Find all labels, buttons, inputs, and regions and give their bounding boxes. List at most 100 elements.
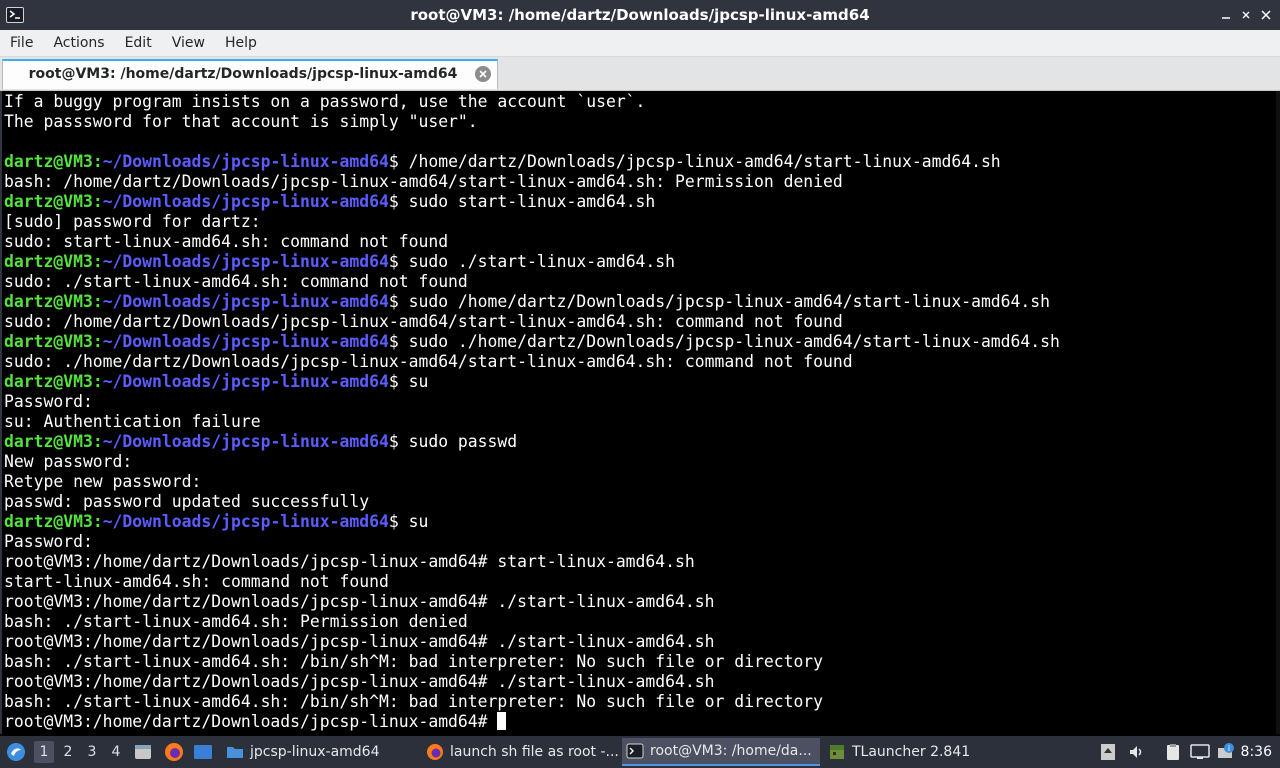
terminal-line: The passsword for that account is simply… <box>4 112 1060 132</box>
command-text: $ su <box>388 512 429 531</box>
output-text: [sudo] password for dartz: <box>4 212 261 231</box>
terminal-icon <box>626 743 644 759</box>
output-text: bash: ./start-linux-amd64.sh: /bin/sh^M:… <box>4 652 824 671</box>
clock[interactable]: 8:36 <box>1241 736 1272 768</box>
terminal-line: [sudo] password for dartz: <box>4 212 1060 232</box>
output-text: New password: <box>4 452 133 471</box>
network-icon[interactable] <box>1190 736 1210 768</box>
close-window-button[interactable] <box>1258 7 1274 23</box>
terminal-line: dartz@VM3:~/Downloads/jpcsp-linux-amd64$… <box>4 152 1060 172</box>
menu-actions[interactable]: Actions <box>43 30 114 56</box>
command-text: $ sudo start-linux-amd64.sh <box>388 192 656 211</box>
firefox-launcher-icon[interactable] <box>164 736 184 768</box>
tray-up-arrow-icon[interactable] <box>1100 736 1116 768</box>
task-terminal[interactable]: root@VM3: /home/da... <box>622 738 820 766</box>
output-text: bash: /home/dartz/Downloads/jpcsp-linux-… <box>4 172 843 191</box>
prompt-path: ~/Downloads/jpcsp-linux-amd64 <box>102 192 389 211</box>
menu-help[interactable]: Help <box>215 30 267 56</box>
prompt-separator: : <box>92 372 103 391</box>
window-titlebar: root@VM3: /home/dartz/Downloads/jpcsp-li… <box>0 0 1280 30</box>
terminal-lines: If a buggy program insists on a password… <box>4 92 1060 732</box>
output-text: root@VM3:/home/dartz/Downloads/jpcsp-lin… <box>4 592 715 611</box>
terminal-line: bash: ./start-linux-amd64.sh: /bin/sh^M:… <box>4 652 1060 672</box>
folder-icon <box>227 747 243 758</box>
output-text: passwd: password updated successfully <box>4 492 370 511</box>
prompt-path: ~/Downloads/jpcsp-linux-amd64 <box>102 252 389 271</box>
command-text: $ /home/dartz/Downloads/jpcsp-linux-amd6… <box>388 152 1001 171</box>
prompt-path: ~/Downloads/jpcsp-linux-amd64 <box>102 292 389 311</box>
menu-view[interactable]: View <box>162 30 215 56</box>
volume-icon[interactable] <box>1128 736 1146 768</box>
prompt-separator: : <box>92 292 103 311</box>
task-label: jpcsp-linux-amd64 <box>250 744 380 760</box>
output-text: root@VM3:/home/dartz/Downloads/jpcsp-lin… <box>4 552 695 571</box>
terminal-line: bash: ./start-linux-amd64.sh: Permission… <box>4 612 1060 632</box>
command-text: $ sudo /home/dartz/Downloads/jpcsp-linux… <box>388 292 1051 311</box>
prompt-user-host: dartz@VM3 <box>4 372 93 391</box>
terminal-line: Password: <box>4 532 1060 552</box>
terminal-output[interactable]: If a buggy program insists on a password… <box>0 91 1280 734</box>
terminal-tab[interactable]: root@VM3: /home/dartz/Downloads/jpcsp-li… <box>2 59 498 89</box>
menu-file[interactable]: File <box>0 30 43 56</box>
prompt-path: ~/Downloads/jpcsp-linux-amd64 <box>102 372 389 391</box>
window-title: root@VM3: /home/dartz/Downloads/jpcsp-li… <box>410 6 870 24</box>
output-text: root@VM3:/home/dartz/Downloads/jpcsp-lin… <box>4 672 715 691</box>
task-file-manager[interactable]: jpcsp-linux-amd64 <box>222 738 418 766</box>
menu-edit[interactable]: Edit <box>115 30 162 56</box>
terminal-line: dartz@VM3:~/Downloads/jpcsp-linux-amd64$… <box>4 512 1060 532</box>
terminal-line: New password: <box>4 452 1060 472</box>
output-text: sudo: /home/dartz/Downloads/jpcsp-linux-… <box>4 312 843 331</box>
output-text: start-linux-amd64.sh: command not found <box>4 572 389 591</box>
terminal-line: root@VM3:/home/dartz/Downloads/jpcsp-lin… <box>4 632 1060 652</box>
terminal-line: bash: /home/dartz/Downloads/jpcsp-linux-… <box>4 172 1060 192</box>
task-label: root@VM3: /home/da... <box>650 743 812 759</box>
clipboard-icon[interactable] <box>1165 736 1181 768</box>
prompt-user-host: dartz@VM3 <box>4 512 93 531</box>
tab-close-icon[interactable] <box>475 66 491 82</box>
workspace-4[interactable]: 4 <box>106 741 126 763</box>
prompt-separator: : <box>92 252 103 271</box>
workspace-2[interactable]: 2 <box>58 741 78 763</box>
terminal-line: sudo: start-linux-amd64.sh: command not … <box>4 232 1060 252</box>
workspace-1[interactable]: 1 <box>34 741 54 763</box>
output-text: Password: <box>4 392 93 411</box>
terminal-line: passwd: password updated successfully <box>4 492 1060 512</box>
output-text: If a buggy program insists on a password… <box>4 92 646 111</box>
file-manager-launcher-icon[interactable] <box>133 736 153 768</box>
terminal-line: start-linux-amd64.sh: command not found <box>4 572 1060 592</box>
prompt-path: ~/Downloads/jpcsp-linux-amd64 <box>102 432 389 451</box>
prompt-separator: : <box>92 432 103 451</box>
prompt-user-host: dartz@VM3 <box>4 292 93 311</box>
prompt-separator: : <box>92 192 103 211</box>
output-text: sudo: start-linux-amd64.sh: command not … <box>4 232 449 251</box>
output-text: Password: <box>4 532 93 551</box>
task-label: TLauncher 2.841 <box>852 744 971 760</box>
workspace-3[interactable]: 3 <box>82 741 102 763</box>
terminal-scrollbar[interactable] <box>1276 91 1280 734</box>
notification-icon[interactable]: i <box>1216 736 1236 768</box>
start-menu-icon[interactable] <box>6 736 26 768</box>
prompt-separator: : <box>92 152 103 171</box>
task-tlauncher[interactable]: TLauncher 2.841 <box>824 738 974 766</box>
terminal-line: bash: ./start-linux-amd64.sh: /bin/sh^M:… <box>4 692 1060 712</box>
prompt-user-host: dartz@VM3 <box>4 192 93 211</box>
output-text: sudo: ./home/dartz/Downloads/jpcsp-linux… <box>4 352 853 371</box>
terminal-line: dartz@VM3:~/Downloads/jpcsp-linux-amd64$… <box>4 332 1060 352</box>
maximize-button[interactable] <box>1238 7 1254 23</box>
terminal-line: root@VM3:/home/dartz/Downloads/jpcsp-lin… <box>4 672 1060 692</box>
task-firefox[interactable]: launch sh file as root -... <box>422 738 620 766</box>
minimize-button[interactable] <box>1218 7 1234 23</box>
output-text: root@VM3:/home/dartz/Downloads/jpcsp-lin… <box>4 712 498 731</box>
prompt-separator: : <box>92 332 103 351</box>
command-text: $ sudo ./home/dartz/Downloads/jpcsp-linu… <box>388 332 1060 351</box>
terminal-line: If a buggy program insists on a password… <box>4 92 1060 112</box>
output-text: bash: ./start-linux-amd64.sh: Permission… <box>4 612 468 631</box>
output-text: root@VM3:/home/dartz/Downloads/jpcsp-lin… <box>4 632 715 651</box>
tab-label: root@VM3: /home/dartz/Downloads/jpcsp-li… <box>28 66 458 82</box>
terminal-line: sudo: ./home/dartz/Downloads/jpcsp-linux… <box>4 352 1060 372</box>
show-desktop-icon[interactable] <box>193 736 213 768</box>
terminal-line: dartz@VM3:~/Downloads/jpcsp-linux-amd64$… <box>4 292 1060 312</box>
terminal-line: dartz@VM3:~/Downloads/jpcsp-linux-amd64$… <box>4 432 1060 452</box>
terminal-line: dartz@VM3:~/Downloads/jpcsp-linux-amd64$… <box>4 372 1060 392</box>
